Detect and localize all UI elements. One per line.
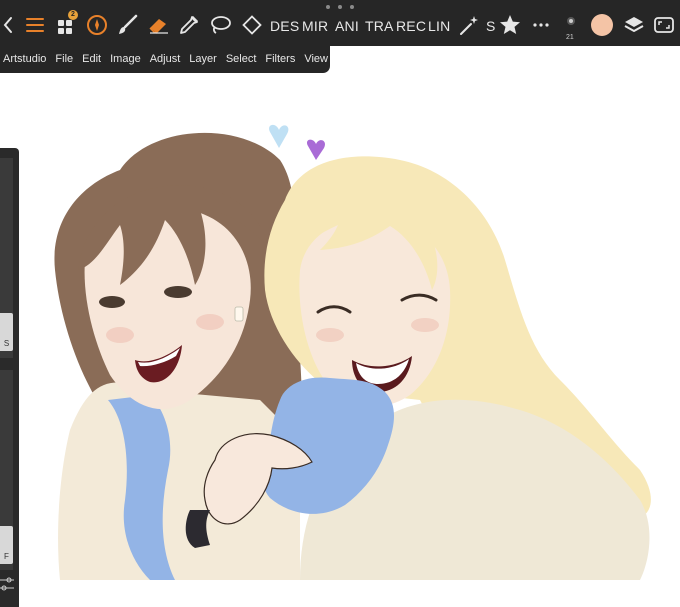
transform-text-button[interactable]: TRA — [365, 18, 394, 34]
left-earring — [234, 306, 244, 322]
eyedropper-icon[interactable] — [178, 13, 200, 37]
menu-bar: Artstudio File Edit Image Adjust Layer S… — [0, 44, 330, 73]
left-girl-eye-1 — [99, 296, 125, 308]
menu-filters[interactable]: Filters — [265, 53, 295, 65]
eraser-icon[interactable] — [146, 13, 170, 37]
drag-grabber-icon[interactable] — [326, 5, 354, 9]
brush-icon[interactable] — [116, 13, 138, 37]
line-button[interactable]: LIN — [428, 18, 450, 34]
flow-slider-thumb[interactable]: F — [0, 526, 13, 564]
menu-select[interactable]: Select — [226, 53, 257, 65]
left-blush-1 — [106, 327, 134, 343]
magic-wand-icon[interactable] — [458, 13, 480, 37]
menu-view[interactable]: View — [304, 53, 328, 65]
purple-heart — [306, 139, 326, 160]
more-icon[interactable] — [532, 13, 550, 37]
size-slider-thumb[interactable]: S — [0, 313, 13, 351]
right-blush-1 — [316, 328, 344, 342]
record-button[interactable]: REC — [396, 18, 426, 34]
brush-size-preview-icon[interactable] — [562, 14, 580, 28]
wristband — [185, 510, 210, 548]
menu-artstudio[interactable]: Artstudio — [3, 53, 46, 65]
transform-icon[interactable] — [240, 13, 264, 37]
back-chevron-icon[interactable] — [2, 13, 14, 37]
blue-heart — [269, 124, 289, 148]
mirror-button[interactable]: MIR — [302, 18, 328, 34]
left-girl-eye-2 — [164, 286, 192, 298]
top-toolbar: 2 DES MIR ANI TRA REC LIN S 21 — [0, 0, 680, 46]
gallery-grid-icon[interactable]: 2 — [56, 10, 78, 37]
brush-size-value: 21 — [566, 34, 574, 41]
flow-slider-label: F — [4, 552, 9, 561]
lasso-icon[interactable] — [208, 13, 232, 37]
star-icon[interactable] — [498, 13, 522, 37]
menu-adjust[interactable]: Adjust — [150, 53, 181, 65]
color-swatch-icon[interactable] — [591, 14, 613, 36]
slider-settings-icon[interactable] — [0, 576, 14, 592]
left-blush-2 — [196, 314, 224, 330]
menu-edit[interactable]: Edit — [82, 53, 101, 65]
right-blush-2 — [411, 318, 439, 332]
gallery-badge: 2 — [68, 10, 78, 20]
menu-icon[interactable] — [24, 13, 46, 37]
animation-button[interactable]: ANI — [335, 18, 359, 34]
brush-cursor-icon[interactable] — [86, 13, 108, 37]
canvas-artwork[interactable] — [20, 73, 680, 607]
menu-file[interactable]: File — [55, 53, 73, 65]
size-slider-label: S — [3, 339, 10, 348]
design-button[interactable]: DES — [270, 18, 299, 34]
fullscreen-icon[interactable] — [653, 13, 675, 37]
symmetry-button[interactable]: S — [486, 18, 496, 34]
menu-image[interactable]: Image — [110, 53, 141, 65]
layers-icon[interactable] — [623, 13, 645, 37]
menu-layer[interactable]: Layer — [189, 53, 217, 65]
brush-side-panel: S F — [0, 148, 19, 607]
